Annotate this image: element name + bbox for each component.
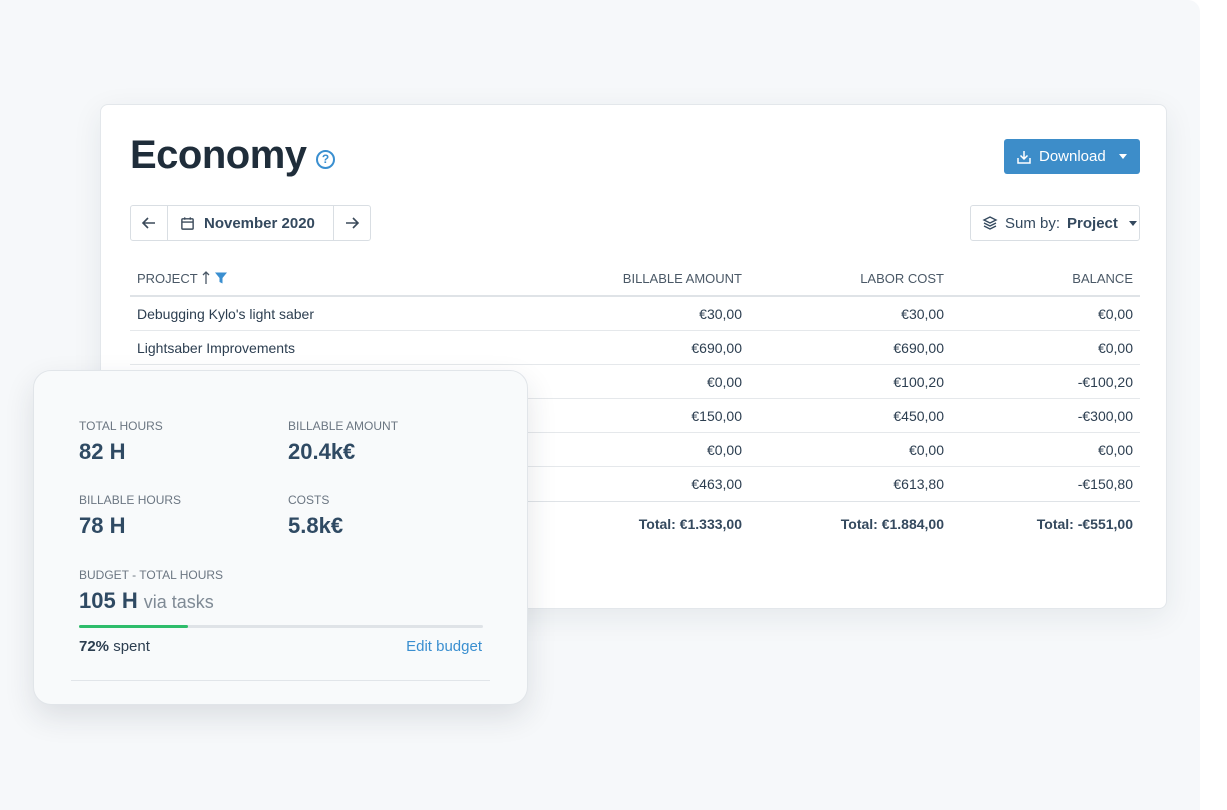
total-hours-value: 82 H xyxy=(79,439,126,464)
arrow-right-icon xyxy=(346,217,360,229)
labor-cell: €613,80 xyxy=(893,476,944,492)
labor-cell: €0,00 xyxy=(908,441,944,458)
divider xyxy=(71,680,490,681)
costs-label: COSTS xyxy=(288,493,330,507)
billable-cell: €463,00 xyxy=(691,476,742,492)
billable-amount-value: 20.4k€ xyxy=(288,439,356,464)
question-circle-icon[interactable]: ? xyxy=(316,150,335,169)
layers-icon xyxy=(982,216,998,230)
budget-progress-fill xyxy=(79,625,189,628)
download-label: Download xyxy=(1039,148,1106,165)
arrow-left-icon xyxy=(141,217,155,229)
project-cell: Lightsaber Improvements xyxy=(137,339,295,356)
billable-amount-label: BILLABLE AMOUNT xyxy=(288,419,399,433)
labor-cell: €100,20 xyxy=(893,373,944,390)
filter-icon[interactable] xyxy=(214,271,228,285)
labor-cell: €450,00 xyxy=(893,407,944,424)
budget-label: BUDGET - TOTAL HOURS xyxy=(79,568,224,582)
balance-cell: -€300,00 xyxy=(1077,407,1133,424)
budget-value: 105 H xyxy=(79,588,138,613)
total-labor: Total: €1.884,00 xyxy=(840,515,944,532)
sort-ascending-icon[interactable] xyxy=(202,271,210,285)
budget-value-row: 105 Hvia tasks xyxy=(79,588,214,614)
budget-progress-bar xyxy=(79,625,483,628)
labor-cell: €690,00 xyxy=(893,339,944,356)
billable-cell: €690,00 xyxy=(691,339,742,356)
billable-cell: €30,00 xyxy=(699,305,742,322)
project-cell: Debugging Kylo's light saber xyxy=(137,305,315,322)
caret-down-icon xyxy=(1118,154,1127,159)
column-header-labor[interactable]: LABOR COST xyxy=(742,271,944,286)
total-balance: Total: -€551,00 xyxy=(1036,515,1133,532)
month-selector[interactable]: November 2020 xyxy=(168,206,333,240)
month-label: November 2020 xyxy=(204,214,315,232)
budget-via: via tasks xyxy=(143,592,214,612)
stats-card: TOTAL HOURS 82 H BILLABLE AMOUNT 20.4k€ … xyxy=(33,370,528,705)
spent-text: 72% spent xyxy=(79,638,150,655)
billable-cell: €0,00 xyxy=(706,441,742,458)
labor-cell: €30,00 xyxy=(901,305,944,322)
balance-cell: €0,00 xyxy=(1097,339,1133,356)
spent-percent: 72% xyxy=(79,638,110,655)
billable-cell: €150,00 xyxy=(691,407,742,424)
balance-cell: -€150,80 xyxy=(1077,476,1133,492)
column-header-billable[interactable]: BILLABLE AMOUNT xyxy=(540,271,742,286)
download-button[interactable]: Download xyxy=(1004,139,1140,174)
caret-down-icon xyxy=(1128,220,1137,226)
table-header: PROJECT BILLABLE AMOUNT LABOR COST BALAN… xyxy=(130,261,1140,297)
sum-by-value: Project xyxy=(1067,214,1118,232)
sum-by-prefix: Sum by: xyxy=(1005,214,1061,232)
project-header-label: PROJECT xyxy=(137,270,198,286)
billable-hours-value: 78 H xyxy=(79,513,126,538)
column-header-project[interactable]: PROJECT xyxy=(130,271,540,286)
download-icon xyxy=(1017,150,1031,164)
spent-suffix: spent xyxy=(113,638,150,655)
next-month-button[interactable] xyxy=(333,206,370,240)
calendar-icon xyxy=(181,216,194,230)
billable-hours-label: BILLABLE HOURS xyxy=(79,493,182,507)
table-row[interactable]: Lightsaber Improvements €690,00 €690,00 … xyxy=(130,331,1140,365)
edit-budget-link[interactable]: Edit budget xyxy=(406,638,482,655)
total-hours-label: TOTAL HOURS xyxy=(79,419,163,433)
column-header-balance[interactable]: BALANCE xyxy=(944,271,1133,286)
balance-cell: -€100,20 xyxy=(1077,373,1133,390)
previous-month-button[interactable] xyxy=(131,206,168,240)
total-billable: Total: €1.333,00 xyxy=(638,515,742,532)
page-title: Economy xyxy=(130,133,307,177)
sum-by-dropdown[interactable]: Sum by: Project xyxy=(970,205,1140,241)
date-navigator: November 2020 xyxy=(130,205,371,241)
balance-cell: €0,00 xyxy=(1097,441,1133,458)
balance-cell: €0,00 xyxy=(1097,305,1133,322)
costs-value: 5.8k€ xyxy=(288,513,344,538)
table-row[interactable]: Debugging Kylo's light saber €30,00 €30,… xyxy=(130,297,1140,331)
billable-cell: €0,00 xyxy=(706,373,742,390)
